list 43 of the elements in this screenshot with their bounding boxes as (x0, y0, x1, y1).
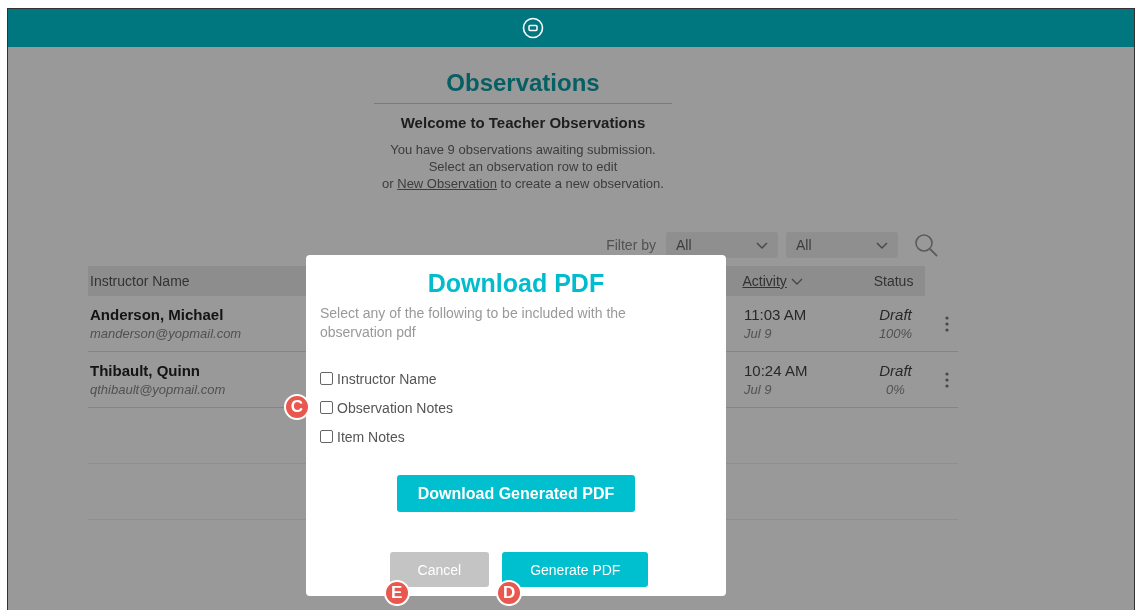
callout-marker: E (383, 580, 410, 606)
activity-date: Jul 9 (744, 326, 772, 341)
option-label: Instructor Name (337, 370, 437, 387)
progress-text: 100% (878, 326, 913, 341)
download-generated-pdf-button[interactable]: Download Generated PDF (397, 475, 635, 512)
logo-icon (522, 17, 544, 39)
option-label: Observation Notes (337, 399, 453, 416)
filter-label: Filter by (606, 237, 656, 253)
dialog-description: Select any of the following to be included with the observation pdf (320, 304, 627, 342)
more-icon[interactable] (945, 315, 949, 332)
activity-date: Jul 9 (744, 382, 772, 397)
activity-time: 10:24 AM (744, 362, 808, 379)
callout-marker: C (284, 394, 310, 420)
page-title: Observations (374, 69, 672, 104)
instructor-name: Anderson, Michael (90, 306, 224, 323)
intro-text: or New Observation to create a new observation. (382, 175, 664, 192)
column-header[interactable]: Activity (742, 273, 787, 289)
intro-text: Select an observation row to edit (428, 158, 618, 175)
checkbox[interactable] (320, 401, 333, 414)
activity-time: 11:03 AM (744, 306, 807, 323)
progress-text: 0% (886, 382, 905, 397)
status-text: Draft (879, 306, 912, 323)
checkbox[interactable] (320, 430, 333, 443)
sort-caret-icon (790, 277, 803, 285)
column-header[interactable]: Status (873, 273, 914, 289)
filter-select[interactable]: All (786, 232, 898, 258)
checkbox[interactable] (320, 372, 333, 385)
new-observation-link[interactable]: New Observation (397, 176, 497, 191)
column-header[interactable]: Instructor Name (90, 273, 190, 289)
welcome-heading: Welcome to Teacher Observations (400, 114, 646, 131)
instructor-email: manderson@yopmail.com (90, 326, 242, 341)
status-text: Draft (879, 362, 912, 379)
more-icon[interactable] (945, 371, 949, 388)
instructor-name: Thibault, Quinn (90, 362, 200, 379)
intro-text: You have 9 observations awaiting submission. (390, 141, 656, 158)
chevron-down-icon (876, 241, 888, 249)
instructor-email: qthibault@yopmail.com (90, 382, 226, 397)
filter-select[interactable]: All (666, 232, 778, 258)
dialog-title: Download PDF (426, 269, 606, 298)
callout-marker: D (496, 580, 523, 606)
chevron-down-icon (756, 241, 768, 249)
option-label: Item Notes (337, 428, 405, 445)
generate-pdf-button[interactable]: Generate PDF (502, 552, 649, 587)
